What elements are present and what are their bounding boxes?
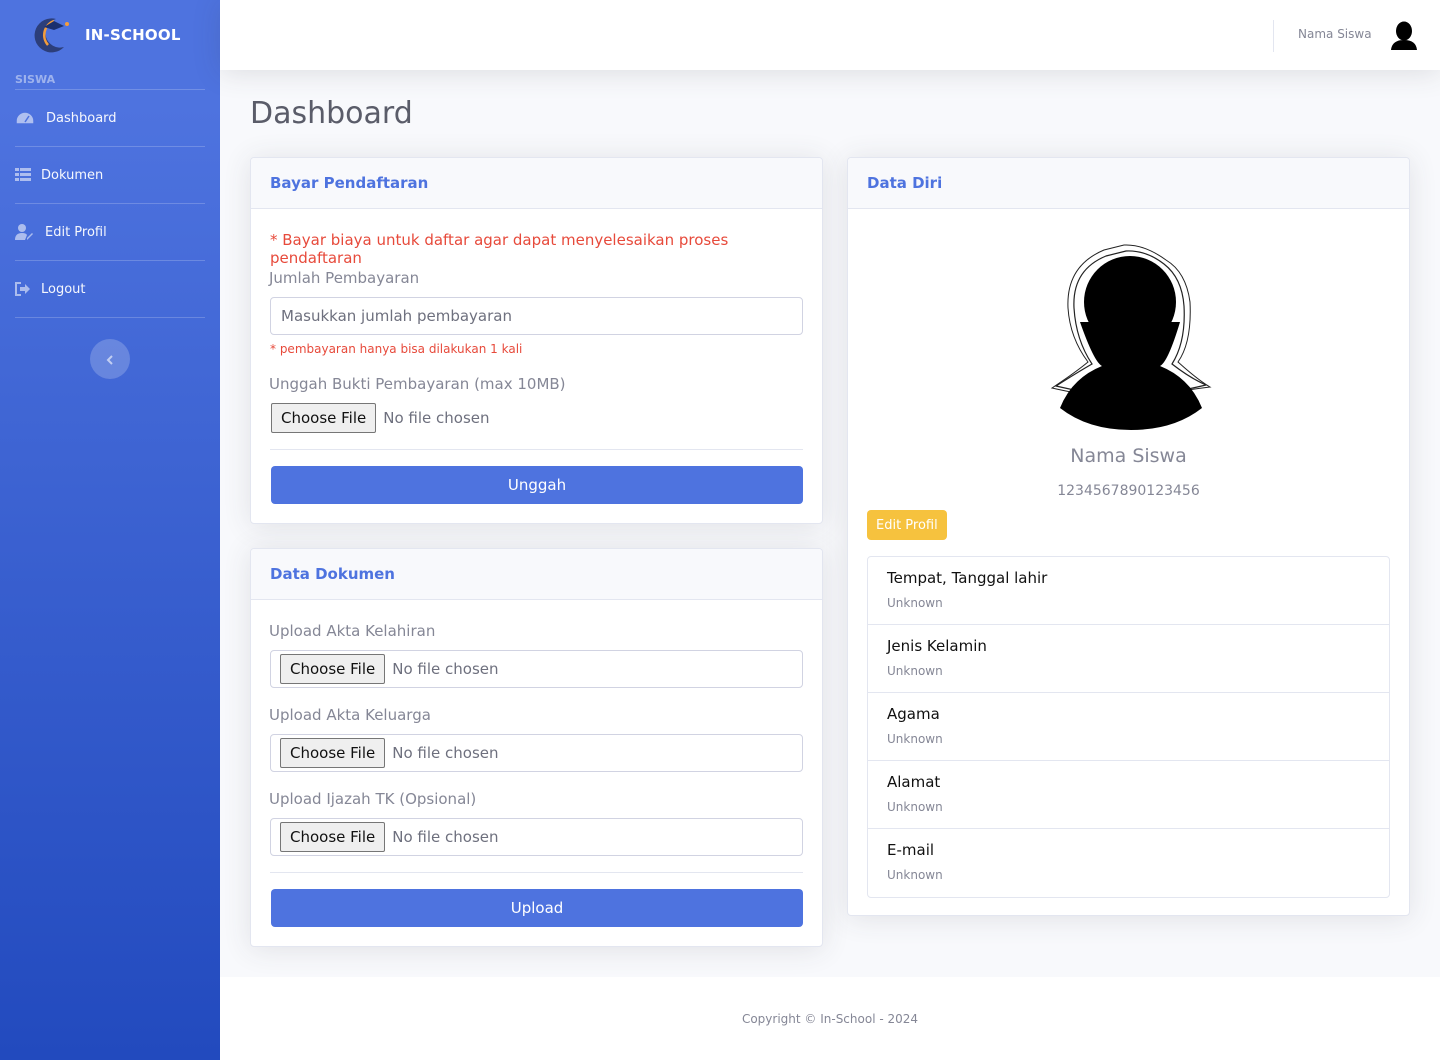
card-header: Data Diri xyxy=(848,158,1409,209)
topbar: Nama Siswa xyxy=(220,0,1440,70)
data-diri-card: Data Diri Nama Siswa 1234567890123456 Ed… xyxy=(847,157,1410,916)
card-title: Bayar Pendaftaran xyxy=(270,174,429,192)
proof-file-input[interactable]: Choose File No file chosen xyxy=(271,403,490,433)
detail-title: Tempat, Tanggal lahir xyxy=(887,569,1048,587)
form-divider xyxy=(270,449,803,450)
file-status: No file chosen xyxy=(392,828,499,846)
profile-id-number: 1234567890123456 xyxy=(1057,483,1200,499)
topbar-user-name[interactable]: Nama Siswa xyxy=(1298,27,1372,41)
unggah-button[interactable]: Unggah xyxy=(271,466,803,504)
akta-kelahiran-label: Upload Akta Kelahiran xyxy=(269,622,436,640)
file-status: No file chosen xyxy=(392,660,499,678)
sidebar-item-logout[interactable]: Logout xyxy=(0,261,220,317)
amount-note: * pembayaran hanya bisa dilakukan 1 kali xyxy=(270,342,523,356)
copyright-text: Copyright © In-School - 2024 xyxy=(741,1011,919,1026)
detail-value: Unknown xyxy=(887,800,943,814)
tachometer-icon xyxy=(15,110,35,126)
data-dokumen-card: Data Dokumen Upload Akta Kelahiran Choos… xyxy=(250,548,823,947)
ijazah-tk-file-input[interactable]: Choose File No file chosen xyxy=(270,818,803,856)
choose-file-button[interactable]: Choose File xyxy=(271,403,377,433)
detail-title: E-mail xyxy=(887,841,935,859)
card-header: Data Dokumen xyxy=(251,549,822,600)
sidebar-heading: SISWA xyxy=(15,73,56,86)
sidebar-item-label: Dashboard xyxy=(46,110,117,126)
upload-button[interactable]: Upload xyxy=(271,889,803,927)
detail-value: Unknown xyxy=(887,664,943,678)
akta-keluarga-label: Upload Akta Keluarga xyxy=(269,706,431,724)
choose-file-button[interactable]: Choose File xyxy=(280,822,386,852)
sidebar-divider xyxy=(15,317,205,318)
card-title: Data Diri xyxy=(867,174,943,192)
amount-input[interactable]: Masukkan jumlah pembayaran xyxy=(270,297,803,335)
user-silhouette-icon xyxy=(1048,244,1214,434)
sidebar-brand[interactable]: IN-SCHOOL xyxy=(0,0,220,70)
profile-name: Nama Siswa xyxy=(1070,445,1187,467)
list-item: Tempat, Tanggal lahir Unknown xyxy=(868,557,1389,625)
profile-details-list: Tempat, Tanggal lahir Unknown Jenis Kela… xyxy=(867,556,1390,898)
sidebar-item-label: Dokumen xyxy=(41,167,104,183)
payment-notice: * Bayar biaya untuk daftar agar dapat me… xyxy=(270,231,729,267)
sidebar-item-label: Edit Profil xyxy=(45,224,107,240)
list-item: Agama Unknown xyxy=(868,693,1389,761)
form-divider xyxy=(270,872,803,873)
table-icon xyxy=(15,167,31,183)
edit-profil-button[interactable]: Edit Profil xyxy=(867,510,947,540)
school-logo-icon xyxy=(34,15,74,55)
card-title: Data Dokumen xyxy=(270,565,395,583)
card-header: Bayar Pendaftaran xyxy=(251,158,822,209)
detail-value: Unknown xyxy=(887,868,943,882)
sign-out-icon xyxy=(15,281,31,297)
choose-file-button[interactable]: Choose File xyxy=(280,654,386,684)
sidebar-item-dokumen[interactable]: Dokumen xyxy=(0,147,220,203)
amount-label: Jumlah Pembayaran xyxy=(269,269,420,287)
footer: Copyright © In-School - 2024 xyxy=(220,977,1440,1060)
amount-placeholder: Masukkan jumlah pembayaran xyxy=(281,307,512,325)
sidebar-item-label: Logout xyxy=(41,281,86,297)
bayar-pendaftaran-card: Bayar Pendaftaran * Bayar biaya untuk da… xyxy=(250,157,823,524)
brand-name: IN-SCHOOL xyxy=(85,26,181,44)
ijazah-tk-label: Upload Ijazah TK (Opsional) xyxy=(269,790,477,808)
detail-value: Unknown xyxy=(887,732,943,746)
detail-title: Jenis Kelamin xyxy=(887,637,987,655)
user-edit-icon xyxy=(15,224,35,240)
detail-value: Unknown xyxy=(887,596,943,610)
sidebar-item-dashboard[interactable]: Dashboard xyxy=(0,90,220,146)
profile-avatar xyxy=(1048,242,1214,430)
akta-keluarga-file-input[interactable]: Choose File No file chosen xyxy=(270,734,803,772)
chevron-left-icon xyxy=(106,350,114,369)
list-item: Jenis Kelamin Unknown xyxy=(868,625,1389,693)
user-silhouette-icon[interactable] xyxy=(1390,21,1418,51)
list-item: E-mail Unknown xyxy=(868,829,1389,897)
akta-kelahiran-file-input[interactable]: Choose File No file chosen xyxy=(270,650,803,688)
list-item: Alamat Unknown xyxy=(868,761,1389,829)
proof-label: Unggah Bukti Pembayaran (max 10MB) xyxy=(269,375,566,393)
file-status: No file chosen xyxy=(392,744,499,762)
sidebar-item-edit-profil[interactable]: Edit Profil xyxy=(0,204,220,260)
file-status: No file chosen xyxy=(383,409,490,427)
sidebar: IN-SCHOOL SISWA Dashboard Dokumen Edit P… xyxy=(0,0,220,1060)
topbar-divider xyxy=(1273,20,1274,52)
detail-title: Alamat xyxy=(887,773,941,791)
sidebar-toggle-button[interactable] xyxy=(90,339,130,379)
choose-file-button[interactable]: Choose File xyxy=(280,738,386,768)
detail-title: Agama xyxy=(887,705,940,723)
page-title: Dashboard xyxy=(250,96,413,131)
